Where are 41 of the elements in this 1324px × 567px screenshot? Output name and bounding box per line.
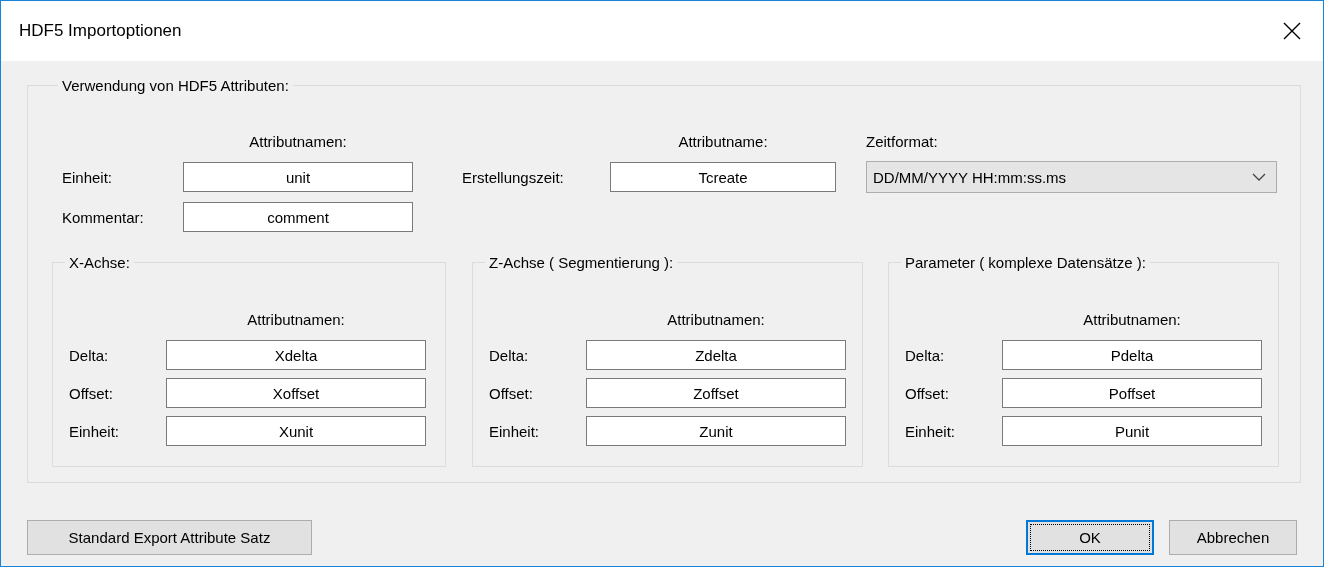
field-label: Einheit: — [61, 168, 114, 186]
column-header: Attributnamen: — [1082, 311, 1182, 328]
field-label: Zeitformat: — [866, 132, 939, 150]
text-field[interactable]: Pdelta — [1002, 340, 1262, 370]
field-label: Offset: — [69, 384, 114, 402]
group-title: Z-Achse ( Segmentierung ): — [488, 254, 675, 271]
time-format-dropdown[interactable]: DD/MM/YYYY HH:mm:ss.ms — [866, 161, 1277, 193]
text-field[interactable]: Zunit — [586, 416, 846, 446]
field-label: Delta: — [69, 346, 110, 364]
column-header: Attributname: — [677, 132, 769, 150]
text-field[interactable]: Zdelta — [586, 340, 846, 370]
text-field[interactable]: Poffset — [1002, 378, 1262, 408]
text-field[interactable]: Tcreate — [610, 162, 836, 192]
dialog-button[interactable]: Standard Export Attribute Satz — [27, 520, 312, 555]
column-header: Attributnamen: — [246, 311, 346, 328]
text-field[interactable]: comment — [183, 202, 413, 232]
column-header: Attributnamen: — [248, 132, 348, 150]
text-field[interactable]: Xunit — [166, 416, 426, 446]
field-label: Offset: — [905, 384, 950, 402]
text-field[interactable]: Xoffset — [166, 378, 426, 408]
window-title: HDF5 Importoptionen — [19, 21, 182, 41]
field-label: Einheit: — [489, 422, 541, 440]
text-field[interactable]: unit — [183, 162, 413, 192]
close-icon[interactable] — [1283, 22, 1301, 40]
field-label: Delta: — [905, 346, 946, 364]
text-field[interactable]: Xdelta — [166, 340, 426, 370]
group-title: Verwendung von HDF5 Attributen: — [61, 77, 290, 94]
dialog-button[interactable]: Abbrechen — [1169, 520, 1297, 555]
chevron-down-icon — [1252, 173, 1266, 181]
text-field[interactable]: Zoffset — [586, 378, 846, 408]
field-label: Einheit: — [905, 422, 957, 440]
text-field[interactable]: Punit — [1002, 416, 1262, 446]
field-label: Einheit: — [69, 422, 121, 440]
field-label: Delta: — [489, 346, 530, 364]
group-title: X-Achse: — [68, 254, 131, 271]
field-label: Erstellungszeit: — [461, 168, 565, 186]
group-title: Parameter ( komplexe Datensätze ): — [904, 254, 1147, 271]
dialog-button[interactable]: OK — [1026, 520, 1154, 555]
field-label: Offset: — [489, 384, 534, 402]
column-header: Attributnamen: — [666, 311, 766, 328]
field-label: Kommentar: — [61, 208, 145, 226]
